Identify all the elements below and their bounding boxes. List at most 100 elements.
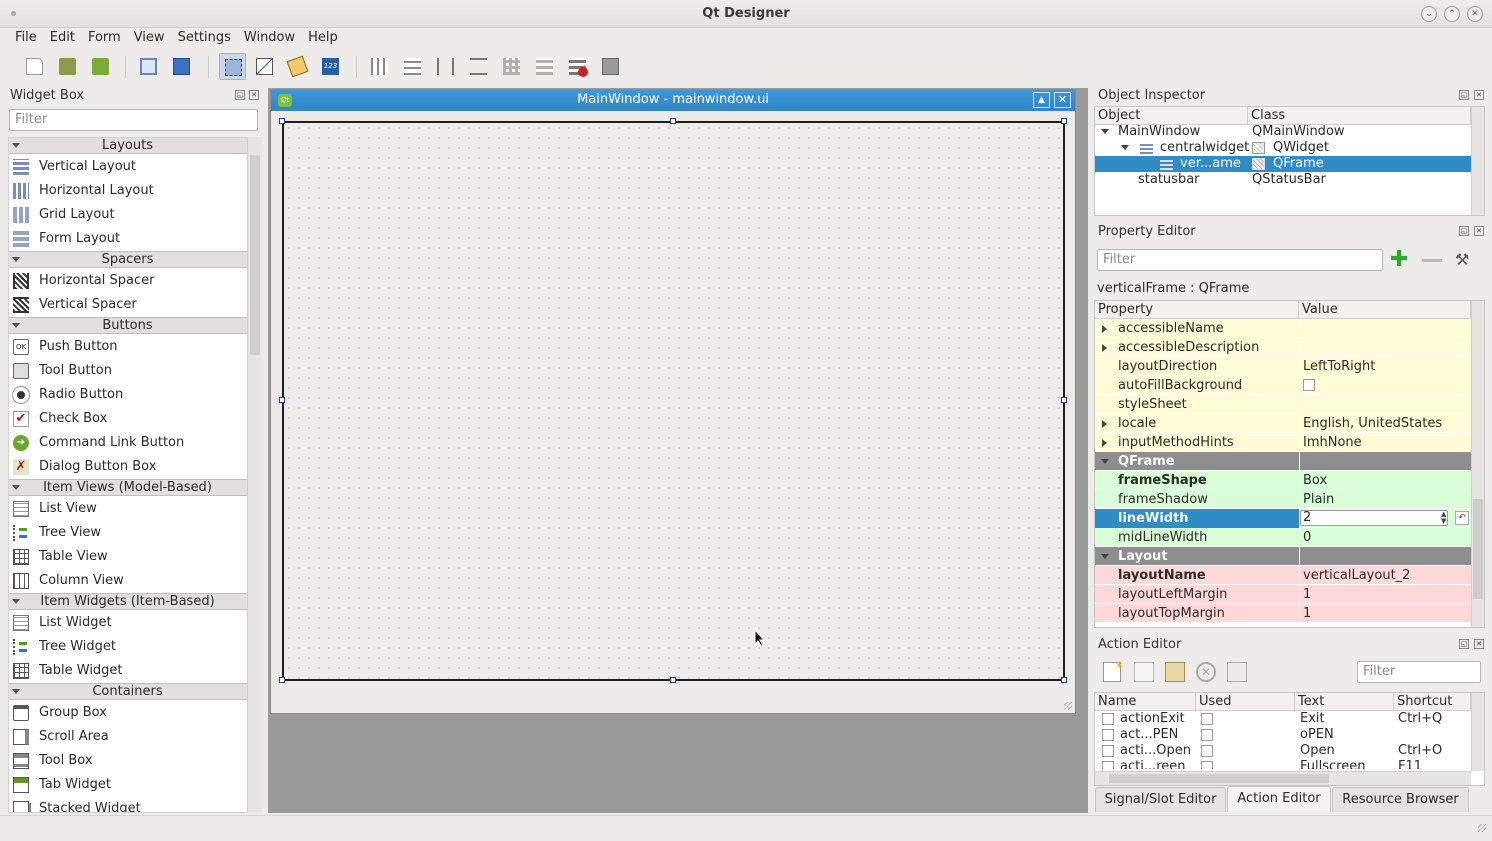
float-dock-icon[interactable]: ◱: [235, 90, 245, 100]
vertical-frame[interactable]: [282, 121, 1065, 681]
menu-form[interactable]: Form: [84, 28, 125, 47]
resize-handle[interactable]: [279, 397, 285, 403]
property-row[interactable]: lineWidth 2 ▲ ▼ ↶: [1095, 509, 1471, 528]
widget-item[interactable]: Vertical Layout: [9, 155, 247, 179]
property-row[interactable]: accessibleDescription: [1095, 338, 1471, 357]
remove-property-icon[interactable]: [1422, 259, 1442, 262]
resize-handle[interactable]: [279, 677, 285, 683]
collapse-icon[interactable]: [1101, 459, 1109, 464]
widget-item[interactable]: Column View: [9, 569, 247, 593]
widget-item[interactable]: Horizontal Spacer: [9, 269, 247, 293]
send-to-back-button[interactable]: [135, 53, 162, 80]
property-value[interactable]: Box: [1300, 471, 1470, 490]
widget-item[interactable]: List View: [9, 497, 247, 521]
collapse-icon[interactable]: [1101, 554, 1109, 559]
minimize-button[interactable]: ⌄: [1421, 6, 1437, 22]
property-scrollbar[interactable]: [1471, 301, 1484, 627]
resize-handle[interactable]: [1061, 397, 1067, 403]
widget-item[interactable]: Tool Box: [9, 749, 247, 773]
widget-item[interactable]: Table Widget: [9, 659, 247, 683]
configure-icon[interactable]: ⚒: [1455, 250, 1475, 270]
close-dock-icon[interactable]: ✕: [249, 90, 259, 100]
property-filter[interactable]: Filter: [1097, 249, 1383, 271]
widget-item[interactable]: ✗ Dialog Button Box: [9, 455, 247, 479]
tree-row[interactable]: centralwidget QWidget: [1095, 140, 1471, 156]
paste-action-icon[interactable]: [1165, 662, 1185, 682]
used-checkbox[interactable]: [1201, 713, 1213, 725]
tab-signal-slot-editor[interactable]: Signal/Slot Editor: [1095, 787, 1226, 812]
tree-row[interactable]: statusbar QStatusBar: [1095, 172, 1471, 188]
resize-handle[interactable]: [670, 677, 676, 683]
lay-out-vertically-button[interactable]: [399, 53, 426, 80]
widget-item[interactable]: Tree Widget: [9, 635, 247, 659]
property-row[interactable]: locale English, UnitedStates: [1095, 414, 1471, 433]
category-layouts[interactable]: Layouts: [9, 138, 247, 154]
widget-item[interactable]: ✔ Check Box: [9, 407, 247, 431]
widget-box-filter[interactable]: Filter: [9, 109, 258, 131]
bring-to-front-button[interactable]: [168, 53, 195, 80]
menu-edit[interactable]: Edit: [46, 28, 79, 47]
property-value[interactable]: [1300, 395, 1470, 414]
property-row[interactable]: layoutDirection LeftToRight: [1095, 357, 1471, 376]
new-form-button[interactable]: [21, 53, 48, 80]
property-value[interactable]: [1300, 338, 1470, 357]
form-window-titlebar[interactable]: Qt MainWindow - mainwindow.ui ▲ ✕: [271, 90, 1075, 111]
tab-resource-browser[interactable]: Resource Browser: [1332, 787, 1469, 812]
linewidth-spinbox[interactable]: 2: [1300, 510, 1448, 526]
property-value[interactable]: verticalLayout_2: [1300, 566, 1470, 585]
widget-item[interactable]: Radio Button: [9, 383, 247, 407]
new-action-icon[interactable]: ✶: [1103, 659, 1124, 682]
lay-out-grid-button[interactable]: [498, 53, 525, 80]
widget-item[interactable]: Group Box: [9, 701, 247, 725]
collapse-icon[interactable]: [1121, 145, 1129, 150]
expand-icon[interactable]: [1102, 439, 1107, 447]
property-value[interactable]: ImhNone: [1300, 433, 1470, 452]
used-checkbox[interactable]: [1201, 745, 1213, 757]
close-dock-icon[interactable]: ✕: [1474, 90, 1484, 100]
object-inspector-scrollbar[interactable]: [1471, 107, 1484, 215]
used-checkbox[interactable]: [1201, 729, 1213, 741]
float-dock-icon[interactable]: ◱: [1459, 639, 1469, 649]
action-row[interactable]: actionExit Exit Ctrl+Q: [1096, 711, 1470, 727]
tree-row[interactable]: MainWindow QMainWindow: [1095, 124, 1471, 140]
property-row[interactable]: styleSheet: [1095, 395, 1471, 414]
size-grip-icon[interactable]: [1064, 702, 1072, 710]
col-used-header[interactable]: Used: [1196, 693, 1295, 711]
widget-item[interactable]: ➔ Command Link Button: [9, 431, 247, 455]
add-property-icon[interactable]: ✚: [1390, 249, 1408, 271]
widget-item[interactable]: Tool Button: [9, 359, 247, 383]
widget-item[interactable]: Vertical Spacer: [9, 293, 247, 317]
property-row[interactable]: inputMethodHints ImhNone: [1095, 433, 1471, 452]
splitter-vertical-button[interactable]: [465, 53, 492, 80]
break-layout-button[interactable]: [564, 53, 591, 80]
delete-action-icon[interactable]: ✕: [1196, 662, 1216, 682]
menu-help[interactable]: Help: [304, 28, 342, 47]
splitter-horizontal-button[interactable]: [432, 53, 459, 80]
widget-item[interactable]: Grid Layout: [9, 203, 247, 227]
category-buttons[interactable]: Buttons: [9, 317, 247, 334]
tab-action-editor[interactable]: Action Editor: [1227, 786, 1331, 812]
widget-item[interactable]: Scroll Area: [9, 725, 247, 749]
menu-file[interactable]: File: [11, 28, 41, 47]
col-property-header[interactable]: Property: [1095, 301, 1299, 319]
action-filter[interactable]: Filter: [1357, 661, 1481, 683]
close-dock-icon[interactable]: ✕: [1474, 639, 1484, 649]
widget-box-scrollbar[interactable]: [247, 137, 262, 813]
property-row[interactable]: accessibleName: [1095, 319, 1471, 338]
property-row[interactable]: midLineWidth 0: [1095, 528, 1471, 547]
property-row[interactable]: frameShadow Plain: [1095, 490, 1471, 509]
widget-item[interactable]: OK Push Button: [9, 335, 247, 359]
action-scrollbar-v[interactable]: [1471, 693, 1484, 771]
maximize-button[interactable]: ⌃: [1444, 6, 1460, 22]
col-object-header[interactable]: Object: [1095, 107, 1248, 125]
col-text-header[interactable]: Text: [1295, 693, 1394, 711]
action-scrollbar-h[interactable]: [1095, 771, 1471, 785]
save-form-button[interactable]: [87, 53, 114, 80]
collapse-icon[interactable]: [1101, 129, 1109, 134]
widget-item[interactable]: List Widget: [9, 611, 247, 635]
adjust-size-button[interactable]: [597, 53, 624, 80]
expand-icon[interactable]: [1102, 420, 1107, 428]
expand-icon[interactable]: [1102, 325, 1107, 333]
property-value[interactable]: English, UnitedStates: [1300, 414, 1470, 433]
property-value[interactable]: Plain: [1300, 490, 1470, 509]
